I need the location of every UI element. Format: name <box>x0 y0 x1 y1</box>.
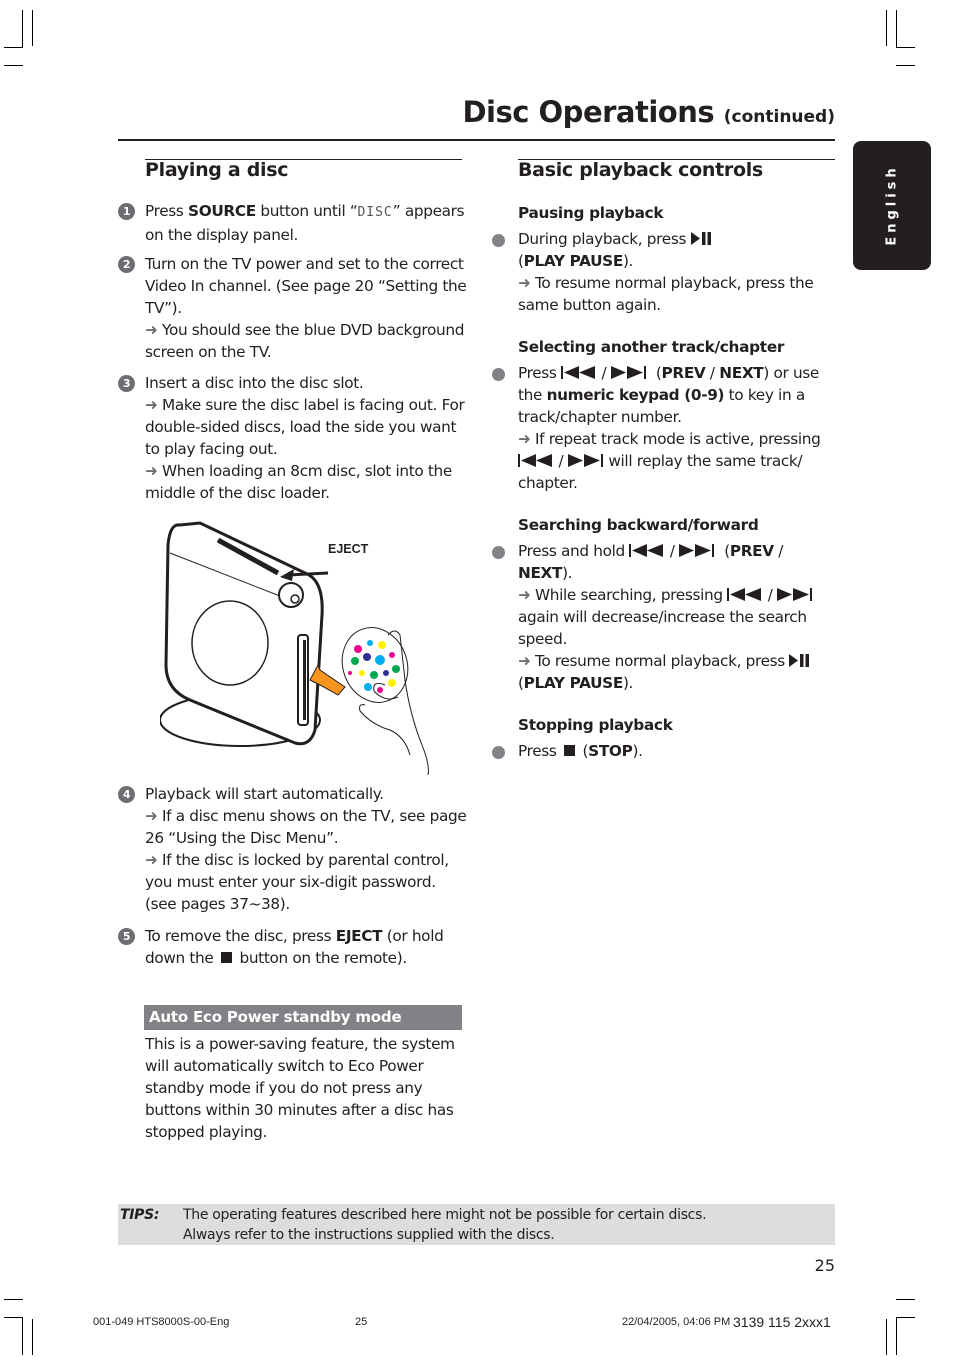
numeric-keypad-label: numeric keypad (0-9) <box>546 386 725 404</box>
disc-loading-illustration <box>159 515 450 776</box>
source-button-label: SOURCE <box>188 202 256 220</box>
arrow-right-icon: ➜ <box>145 807 158 825</box>
arrow-right-icon: ➜ <box>145 321 158 339</box>
page-title-suffix: (continued) <box>723 107 835 127</box>
crop-mark <box>896 10 897 48</box>
footer-date: 22/04/2005, 04:06 PM <box>622 1316 731 1328</box>
page-number: 25 <box>814 1256 835 1275</box>
previous-icon <box>518 454 552 467</box>
step-number: 2 <box>118 256 135 273</box>
arrow-right-icon: ➜ <box>145 851 158 869</box>
footer-page: 25 <box>355 1316 368 1328</box>
play-pause-icon <box>789 654 810 667</box>
bullet-icon <box>492 368 505 381</box>
bullet-icon <box>492 746 505 759</box>
step-number: 4 <box>118 786 135 803</box>
prev-key-label: PREV <box>661 364 706 382</box>
previous-icon <box>727 588 762 601</box>
step-1: 1 Press SOURCE button until “DISC” appea… <box>118 200 468 246</box>
bullet-icon <box>492 546 505 559</box>
eject-key-label: EJECT <box>335 927 383 945</box>
front-disc-window <box>191 600 269 686</box>
crop-mark <box>896 47 915 48</box>
crop-mark <box>896 65 915 66</box>
crop-mark <box>4 1299 23 1300</box>
disc <box>341 627 409 703</box>
selecting-item: Press / (PREV / NEXT) or use the numeric… <box>491 362 841 494</box>
previous-icon <box>629 544 664 557</box>
step-4: 4 Playback will start automatically. ➜ If… <box>118 783 468 915</box>
arrow-right-icon: ➜ <box>518 274 531 292</box>
arrow-right-icon: ➜ <box>518 430 531 448</box>
crop-mark <box>896 1317 897 1355</box>
bullet-icon <box>492 234 505 247</box>
section-heading-basic-playback: Basic playback controls <box>518 159 763 181</box>
eject-pointer <box>287 571 329 577</box>
step-number: 1 <box>118 203 135 220</box>
play-pause-key-label: PLAY PAUSE <box>523 674 624 692</box>
step-5: 5 To remove the disc, press EJECT (or ho… <box>118 925 468 969</box>
eco-power-text: This is a power-saving feature, the syst… <box>145 1035 455 1141</box>
crop-mark <box>32 1319 33 1355</box>
subheading-searching: Searching backward/forward <box>518 516 759 534</box>
arrow-right-icon: ➜ <box>518 652 531 670</box>
footer-file: 001-049 HTS8000S-00-Eng <box>93 1316 230 1328</box>
step-number: 5 <box>118 928 135 945</box>
stopping-item: Press (STOP). <box>491 740 841 762</box>
tips-label: TIPS: <box>120 1207 160 1223</box>
stop-icon <box>564 745 576 756</box>
step-number: 3 <box>118 375 135 392</box>
prev-key-label: PREV <box>729 542 774 560</box>
arrow-right-icon: ➜ <box>145 462 158 480</box>
section-heading-playing-disc: Playing a disc <box>145 159 289 181</box>
tips-line: The operating features described here mi… <box>183 1207 707 1223</box>
step-2: 2 Turn on the TV power and set to the co… <box>118 253 468 363</box>
crop-mark <box>4 47 23 48</box>
crop-mark <box>22 10 23 48</box>
lcd-display-text: DISC <box>357 205 393 220</box>
language-tab: English <box>853 141 931 270</box>
title-rule <box>118 139 835 141</box>
language-tab-label: English <box>884 164 900 246</box>
step-3: 3 Insert a disc into the disc slot. ➜ Mak… <box>118 372 468 504</box>
pausing-item: During playback, press (PLAY PAUSE). ➜ To… <box>491 228 841 316</box>
subheading-stopping: Stopping playback <box>518 716 673 734</box>
crop-mark <box>32 10 33 46</box>
subheading-selecting: Selecting another track/chapter <box>518 338 785 356</box>
next-key-label: NEXT <box>518 564 563 582</box>
eject-callout-label: EJECT <box>328 542 369 556</box>
arrow-right-icon: ➜ <box>518 586 531 604</box>
eject-button <box>278 582 304 608</box>
page-title-main: Disc Operations <box>462 95 715 129</box>
next-icon <box>777 588 813 601</box>
crop-mark <box>896 1299 915 1300</box>
crop-mark <box>4 1317 23 1318</box>
next-key-label: NEXT <box>719 364 764 382</box>
play-pause-key-label: PLAY PAUSE <box>523 252 624 270</box>
next-icon <box>610 366 646 379</box>
subheading-pausing: Pausing playback <box>518 204 664 222</box>
crop-mark <box>22 1317 23 1355</box>
crop-mark <box>886 1319 887 1355</box>
crop-mark <box>4 65 23 66</box>
searching-item: Press and hold / (PREV / NEXT). ➜ While s… <box>491 540 841 694</box>
stop-icon <box>220 952 232 963</box>
footer-code: 3139 115 2xxx1 <box>733 1314 831 1330</box>
crop-mark <box>896 1317 915 1318</box>
play-pause-icon <box>690 232 711 245</box>
stop-key-label: STOP <box>588 742 633 760</box>
next-icon <box>567 454 603 467</box>
tips-box: TIPS: The operating features described h… <box>118 1204 835 1245</box>
page-title: Disc Operations (continued) <box>462 95 835 129</box>
crop-mark <box>886 10 887 46</box>
next-icon <box>679 544 715 557</box>
tips-line: Always refer to the instructions supplie… <box>183 1227 555 1243</box>
eco-power-heading: Auto Eco Power standby mode <box>144 1005 462 1030</box>
player-drawing <box>159 521 429 776</box>
previous-icon <box>561 366 596 379</box>
arrow-right-icon: ➜ <box>145 396 158 414</box>
